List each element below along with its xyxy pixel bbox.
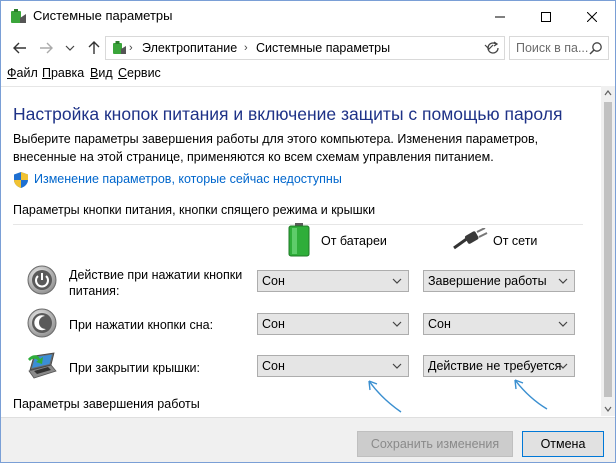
annotation-arrow-battery: [368, 380, 402, 413]
menu-bar: Файл Правка Вид Сервис: [1, 64, 615, 84]
forward-button[interactable]: [37, 40, 55, 56]
up-button[interactable]: [85, 40, 103, 56]
page-description: Выберите параметры завершения работы для…: [13, 132, 539, 164]
laptop-lid-icon: [28, 352, 57, 379]
window-title: Системные параметры: [33, 8, 173, 23]
arrow-left-icon: [13, 42, 26, 54]
row-label-power-button: Действие при нажатии кнопки питания:: [69, 268, 243, 298]
scrollbar-thumb[interactable]: [604, 102, 612, 397]
sleep-button-ac-select[interactable]: Сон: [423, 313, 575, 335]
battery-icon: [288, 223, 310, 257]
column-header-ac: От сети: [493, 234, 538, 248]
sleep-button-battery-select[interactable]: Сон: [257, 313, 409, 335]
power-options-icon: [11, 9, 26, 23]
cancel-button[interactable]: Отмена: [522, 431, 604, 457]
chevron-down-icon: [392, 363, 402, 369]
menu-tools[interactable]: Сервис: [118, 66, 161, 80]
power-plug-icon: [453, 228, 488, 250]
recent-locations-button[interactable]: [61, 40, 79, 56]
arrow-up-icon: [88, 41, 100, 54]
chevron-down-icon: [558, 321, 568, 327]
menu-view[interactable]: Вид: [90, 66, 113, 80]
system-settings-window: Системные параметры › Электропитание › С…: [0, 0, 616, 463]
uac-shield-icon: [14, 172, 28, 188]
back-button[interactable]: [11, 40, 29, 56]
annotation-arrow-ac: [514, 379, 548, 410]
scroll-up-button[interactable]: [601, 86, 615, 100]
select-value: Сон: [428, 317, 451, 331]
close-icon: [587, 11, 597, 22]
power-button-battery-select[interactable]: Сон: [257, 270, 409, 292]
chevron-down-icon: [392, 278, 402, 284]
arrow-right-icon: [40, 42, 53, 54]
chevron-down-icon: [65, 45, 75, 51]
close-button[interactable]: [569, 1, 615, 32]
section-title-buttons: Параметры кнопки питания, кнопки спящего…: [13, 203, 376, 217]
select-value: Сон: [262, 359, 285, 373]
select-value: Действие не требуется: [428, 359, 562, 373]
breadcrumb-separator-icon: ›: [244, 42, 248, 54]
lid-close-ac-select[interactable]: Действие не требуется: [423, 355, 575, 377]
save-changes-button[interactable]: Сохранить изменения: [357, 431, 513, 457]
select-value: Сон: [262, 317, 285, 331]
address-bar[interactable]: › Электропитание › Системные параметры: [105, 36, 505, 60]
lid-close-battery-select[interactable]: Сон: [257, 355, 409, 377]
select-value: Сон: [262, 274, 285, 288]
breadcrumb-power-options[interactable]: Электропитание: [142, 41, 237, 55]
title-bar: Системные параметры: [1, 1, 615, 32]
search-icon: [589, 42, 602, 55]
minimize-button[interactable]: [477, 1, 523, 32]
row-label-sleep-button: При нажатии кнопки сна:: [69, 318, 214, 332]
menu-file[interactable]: Файл: [7, 66, 38, 80]
page-title: Настройка кнопок питания и включение защ…: [13, 104, 563, 124]
select-value: Завершение работы: [428, 274, 547, 288]
column-header-battery: От батареи: [321, 234, 387, 248]
minimize-icon: [495, 16, 505, 17]
power-button-icon: [27, 265, 57, 295]
menu-edit[interactable]: Правка: [42, 66, 84, 80]
footer-bar: Сохранить изменения Отмена: [1, 417, 615, 462]
sleep-button-icon: [27, 308, 57, 338]
chevron-down-icon: [558, 363, 568, 369]
scroll-down-button[interactable]: [601, 402, 615, 416]
chevron-down-icon: [558, 278, 568, 284]
power-button-ac-select[interactable]: Завершение работы: [423, 270, 575, 292]
breadcrumb-system-settings[interactable]: Системные параметры: [256, 41, 390, 55]
vertical-scrollbar[interactable]: [601, 86, 615, 416]
section-title-shutdown: Параметры завершения работы: [13, 397, 200, 411]
maximize-icon: [541, 11, 551, 22]
change-unavailable-settings-link[interactable]: Изменение параметров, которые сейчас нед…: [34, 172, 342, 186]
breadcrumb-separator-icon: ›: [129, 42, 133, 54]
chevron-down-icon: [604, 406, 612, 412]
divider: [1, 86, 601, 87]
search-input[interactable]: Поиск в па...: [509, 36, 609, 60]
chevron-up-icon: [604, 90, 612, 96]
power-options-icon: [113, 41, 126, 54]
chevron-down-icon: [392, 321, 402, 327]
maximize-button[interactable]: [523, 1, 569, 32]
address-row: › Электропитание › Системные параметры П…: [1, 32, 615, 64]
refresh-icon[interactable]: [485, 41, 501, 55]
search-placeholder: Поиск в па...: [516, 41, 589, 55]
row-label-lid-close: При закрытии крышки:: [69, 361, 200, 375]
